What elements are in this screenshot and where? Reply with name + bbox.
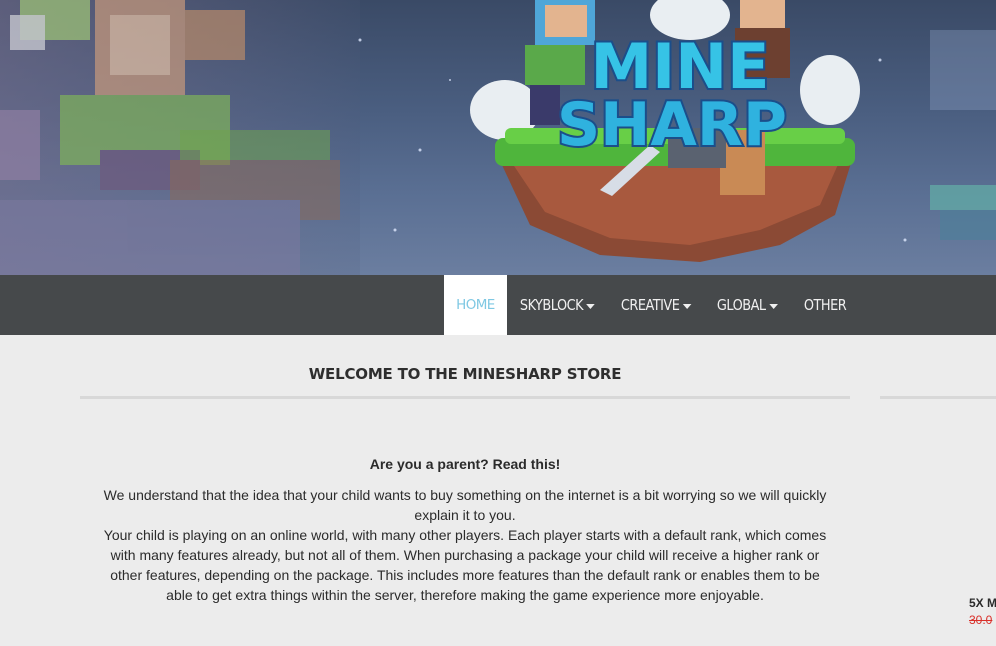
parent-notice-heading: Are you a parent? Read this! <box>369 456 561 472</box>
sidebar-divider <box>880 396 996 399</box>
nav-menu: HOME SKYBLOCK CREATIVE GLOBAL OTHER <box>444 275 859 335</box>
logo-text-line2: SHARP <box>557 90 787 160</box>
logo: MINE SHARP <box>555 28 789 162</box>
nav-item-global[interactable]: GLOBAL <box>704 275 790 335</box>
banner-artwork: MINE SHARP <box>0 0 996 275</box>
caret-down-icon <box>769 303 778 309</box>
nav-item-label: SKYBLOCK <box>519 296 584 314</box>
caret-down-icon <box>682 303 692 309</box>
main-navbar: HOME SKYBLOCK CREATIVE GLOBAL OTHER <box>0 275 996 335</box>
caret-down-icon <box>586 303 595 309</box>
nav-item-label: CREATIVE <box>620 296 680 314</box>
nav-item-label: OTHER <box>803 296 847 314</box>
nav-item-other[interactable]: OTHER <box>791 275 859 335</box>
nav-item-creative[interactable]: CREATIVE <box>608 275 704 335</box>
nav-item-home[interactable]: HOME <box>444 275 507 335</box>
nav-item-label: HOME <box>456 297 495 313</box>
parent-notice-text: We understand that the idea that your ch… <box>100 485 830 605</box>
nav-item-skyblock[interactable]: SKYBLOCK <box>507 275 608 335</box>
sidebar-package-name[interactable]: 5X M <box>969 596 996 610</box>
parent-notice-paragraph-1: We understand that the idea that your ch… <box>103 487 827 523</box>
title-divider <box>80 396 850 399</box>
parent-notice-paragraph-2: Your child is playing on an online world… <box>103 527 827 603</box>
page-title: WELCOME TO THE MINESHARP STORE <box>308 365 622 383</box>
sidebar-package-old-price: 30.0 <box>969 613 993 627</box>
header-banner: MINE SHARP <box>0 0 996 275</box>
nav-item-label: GLOBAL <box>717 296 766 314</box>
